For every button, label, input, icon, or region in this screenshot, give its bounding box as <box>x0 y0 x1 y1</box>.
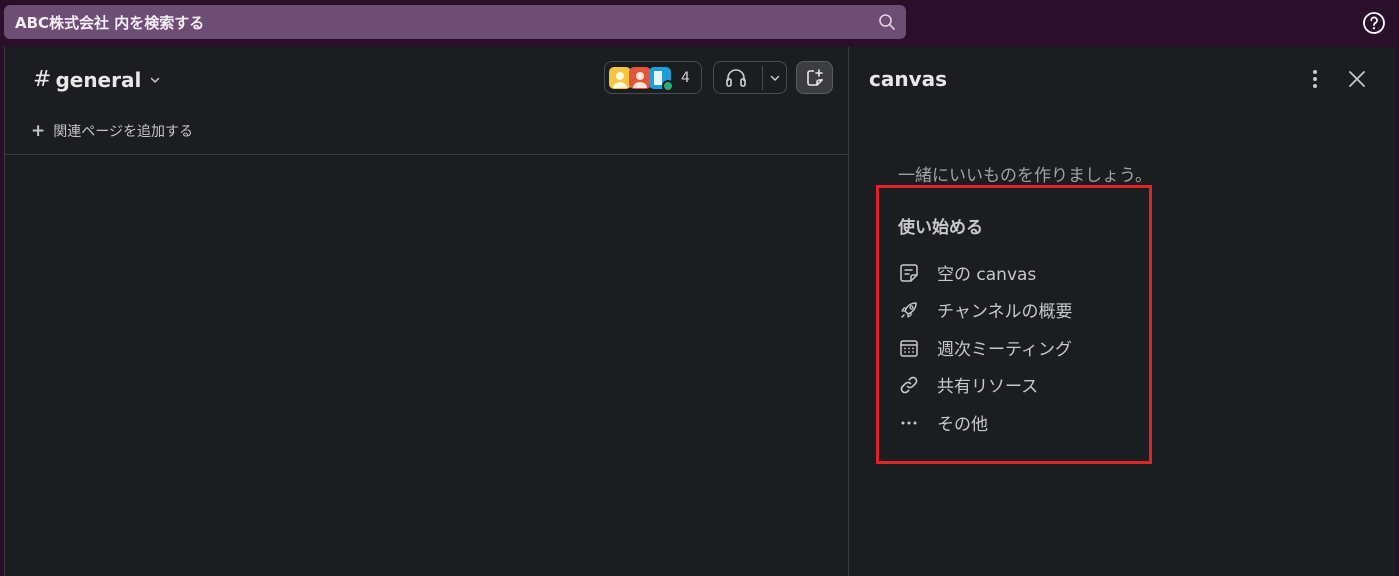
more-dots-icon <box>898 412 920 434</box>
chevron-down-icon <box>151 77 160 83</box>
search-icon[interactable] <box>878 13 896 31</box>
top-bar: ABC株式会社 内を検索する <box>0 0 1399 46</box>
template-more[interactable]: その他 <box>898 410 988 435</box>
channel-name: general <box>55 67 142 92</box>
canvas-title: canvas <box>869 67 948 91</box>
avatar <box>649 66 674 92</box>
member-count: 4 <box>681 69 690 86</box>
members-button[interactable]: 4 <box>604 61 702 94</box>
headphones-icon[interactable] <box>725 68 747 88</box>
template-weekly-meeting[interactable]: 週次ミーティング <box>898 335 1072 360</box>
canvas-intro-text: 一緒にいいものを作りましょう。 <box>898 166 1152 186</box>
section-title: 使い始める <box>898 218 983 238</box>
template-label: 週次ミーティング <box>937 340 1072 360</box>
template-label: チャンネルの概要 <box>937 302 1073 322</box>
search-bar[interactable]: ABC株式会社 内を検索する <box>4 5 906 39</box>
template-label: 空の canvas <box>937 265 1037 285</box>
canvas-note-icon <box>898 262 920 284</box>
channel-name-button[interactable]: # general <box>33 67 161 92</box>
search-placeholder: ABC株式会社 内を検索する <box>15 13 205 32</box>
close-icon[interactable] <box>1346 68 1368 90</box>
add-bookmark-button[interactable]: + 関連ページを追加する <box>31 121 193 141</box>
avatar <box>629 66 651 89</box>
template-label: 共有リソース <box>937 377 1039 397</box>
divider <box>762 66 763 90</box>
window-edge <box>1395 47 1399 576</box>
huddle-button[interactable] <box>713 61 787 94</box>
template-label: その他 <box>937 415 988 435</box>
template-shared-resources[interactable]: 共有リソース <box>898 372 1038 397</box>
more-vertical-icon[interactable] <box>1307 67 1323 91</box>
avatar <box>609 66 631 89</box>
canvas-pane: canvas 一緒にいいものを作りましょう。 使い始める 空の canvas チ… <box>849 47 1395 576</box>
canvas-toggle-button[interactable] <box>796 61 833 94</box>
hash-icon: # <box>33 67 52 92</box>
help-icon[interactable] <box>1362 11 1386 35</box>
channel-pane: # general 4 + 関連ページを追加する <box>4 47 849 576</box>
template-blank-canvas[interactable]: 空の canvas <box>898 260 1036 285</box>
divider <box>5 154 849 155</box>
canvas-add-icon <box>807 69 823 86</box>
presence-indicator <box>662 79 674 92</box>
chevron-down-icon[interactable] <box>769 72 781 84</box>
calendar-icon <box>898 337 920 359</box>
rocket-icon <box>898 299 920 321</box>
link-icon <box>898 374 920 396</box>
add-bookmark-label: 関連ページを追加する <box>53 124 193 140</box>
plus-icon: + <box>31 120 46 141</box>
template-channel-overview[interactable]: チャンネルの概要 <box>898 297 1073 322</box>
